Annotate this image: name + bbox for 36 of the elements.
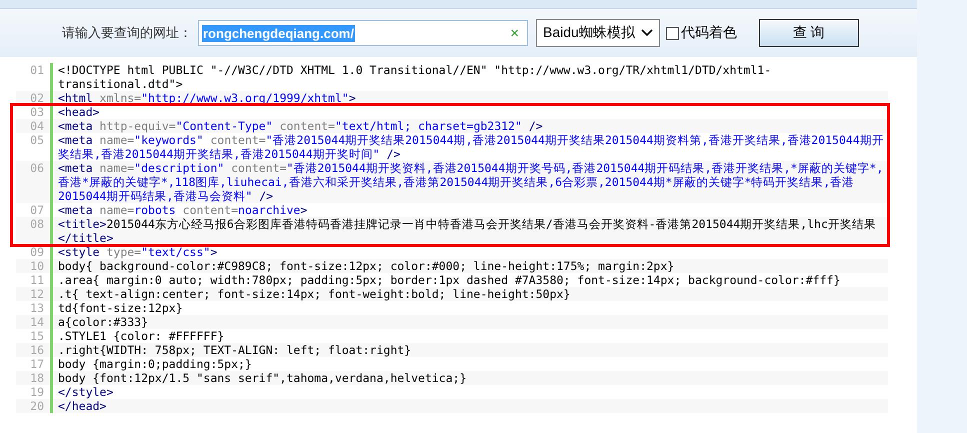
code-line: <meta http-equiv="Content-Type" content="text/html; charset=gb2312" /> [58,119,544,133]
code-line: .t{ text-align:center; font-size:14px; font-weight:bold; line-height:50px} [58,287,572,301]
line-number: 14 [16,315,53,329]
code-line: .right{WIDTH: 758px; TEXT-ALIGN: left; float:right} [58,343,412,357]
code-line: .STYLE1 {color: #FFFFFF} [58,329,226,343]
line-number: 08 [16,217,53,245]
code-line: </style> [58,385,114,399]
code-line: <meta name=robots content=noarchive> [58,203,308,217]
line-number: 10 [16,259,53,273]
url-label: 请输入要查询的网址： [62,25,192,42]
code-line: body {font:12px/1.5 "sans serif",tahoma,verdana,helvetica;} [58,371,468,385]
line-number: 06 [16,161,53,203]
code-line: <meta name="keywords" content="香港2015044期开奖结果2015044期,香港2015044期开奖结果2015044期资料第,香港开奖结果,香港2015044期开奖结果,香港2015044期开奖结果,香港2015044期开奖时间" /> [58,133,885,161]
code-line: body {margin:0;padding:5px;} [58,357,253,371]
line-number: 02 [16,91,53,105]
code-line: <title>2015044东方心经马报6合彩图库香港特码香港挂牌记录一肖中特香港马会开奖结果/香港马会开奖资料-香港第2015044期开奖结果,lhc开奖结果 </title> [58,217,877,245]
line-number: 12 [16,287,53,301]
code-line: </head> [58,399,108,413]
colorize-label: 代码着色 [680,24,737,42]
code-line: body{ background-color:#C989C8; font-size:12px; color:#000; line-height:175%; margin:2px} [58,259,676,273]
line-number: 18 [16,371,53,385]
code-line: <!DOCTYPE html PUBLIC "-//W3C//DTD XHTML 1.0 Transitional//EN" "http://www.w3.org/TR/xhtml1/DTD/xhtml1-transitional.dtd"> [58,63,772,91]
line-number: 16 [16,343,53,357]
query-button[interactable]: 查 询 [758,19,859,47]
code-line: <html xmlns="http://www.w3.org/1999/xhtml"> [58,91,357,105]
code-line: <style type="text/css"> [58,245,218,259]
spider-select[interactable]: Baidu蜘蛛模拟 [536,19,660,47]
line-number: 20 [16,399,53,413]
code-line: td{font-size:12px} [58,301,184,315]
code-line: <meta name="description" content="香港2015044期开奖资料,香港2015044期开奖号码,香港2015044期开码结果,香港开奖结果,*屏蔽的关键字*, 香港*屏蔽的关键字*,118图库,liuhecai,香港六和采开奖结果,香港第2015044期开奖结果,6合彩票,2015044期*屏蔽的关键字*特码开奖结果,香港2015044期开码结果,香港马会资料" /> [58,161,884,203]
code-line: <head> [58,105,101,119]
colorize-checkbox[interactable] [666,26,679,40]
code-line: a{color:#333} [58,315,150,329]
chevron-down-icon [640,29,653,37]
line-number: 04 [16,119,53,133]
code-line: .area{ margin:0 auto; width:780px; padding:5px; border:1px dashed #7A3580; font-size:14px; background-color:#fff} [58,273,842,287]
